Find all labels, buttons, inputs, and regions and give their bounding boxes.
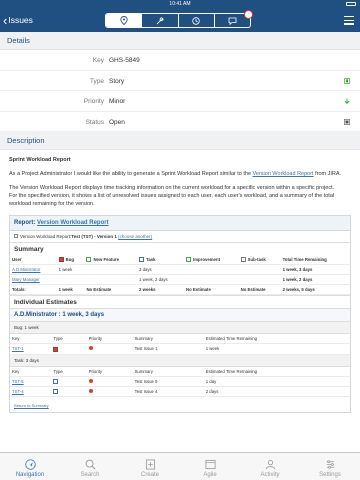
totals-row: Totals: 1 week No Estimate 2 weeks No Es…	[10, 284, 350, 296]
report-title: Report: Version Workload Report	[10, 215, 350, 231]
report-subtitle: Version Workload Report: Test (TST) - Ve…	[10, 231, 350, 242]
field-row-priority: Priority Minor	[0, 91, 360, 112]
new-feature-icon	[86, 257, 92, 263]
activity-icon	[265, 460, 275, 470]
battery-icon	[346, 2, 356, 6]
individual-estimates-heading: Individual Estimates	[10, 295, 350, 308]
subtask-icon	[240, 257, 246, 263]
bug-icon	[53, 346, 59, 352]
issue-key-link[interactable]: TST-5	[12, 379, 24, 384]
table-header-row: User Bug New Feature Task Improvement Su…	[10, 254, 350, 266]
field-label: Status	[85, 118, 104, 126]
tab-agile[interactable]: Agile	[180, 453, 240, 480]
field-value: Open	[109, 118, 125, 126]
field-row-key: Key GHS-5849	[0, 50, 360, 71]
bug-icon	[58, 257, 64, 263]
table-header-row: Key Type Priority Summary Estimated Time…	[10, 366, 350, 377]
search-icon	[85, 459, 95, 470]
report-icon	[14, 234, 18, 239]
description-paragraph: The Version Workload Report displays tim…	[9, 184, 335, 207]
summary-heading: Summary	[10, 241, 350, 255]
tab-activity[interactable]: Activity	[240, 453, 300, 480]
field-row-status: Status Open	[0, 112, 360, 132]
field-label: Type	[89, 77, 104, 85]
tab-navigation[interactable]: Navigation	[0, 453, 60, 480]
issue-detail-content[interactable]: Details Key GHS-5849 Type Story Priority…	[0, 32, 360, 452]
field-value: GHS-5849	[109, 57, 140, 64]
table-row: A.D.Ministrator 1 week 3 days 1 week, 3 …	[10, 264, 350, 276]
description-title: Sprint Workload Report	[9, 157, 71, 163]
story-icon	[344, 77, 350, 84]
estimates-table: Key Type Priority Summary Estimated Time…	[10, 334, 350, 355]
field-row-type: Type Story	[0, 71, 360, 91]
open-status-icon	[344, 118, 350, 125]
priority-icon	[88, 346, 93, 351]
menu-button[interactable]	[344, 16, 354, 25]
settings-icon	[326, 460, 334, 469]
description-paragraph: As a Project Administrator I would like …	[9, 170, 342, 177]
embedded-report: Report: Version Workload Report Version …	[9, 214, 351, 414]
tab-create[interactable]: Create	[120, 453, 180, 480]
issue-key-link[interactable]: TST-1	[12, 346, 24, 351]
priority-icon	[88, 389, 93, 394]
notification-badge	[244, 10, 253, 19]
view-segmented-control	[105, 10, 253, 28]
summary-table: User Bug New Feature Task Improvement Su…	[10, 254, 350, 296]
group-heading: Bug: 1 week	[10, 322, 350, 335]
person-heading: A.D.Ministrator : 1 week, 3 days	[10, 308, 350, 323]
task-icon	[139, 257, 145, 263]
agile-icon	[205, 459, 215, 470]
nav-bar: ‹ Issues	[0, 8, 360, 32]
description-header: Description	[0, 132, 360, 150]
task-icon	[53, 389, 59, 395]
create-icon	[145, 459, 155, 470]
tab-bar: Navigation Search Create Agile Activity …	[0, 452, 360, 480]
navigation-icon	[24, 459, 36, 470]
status-time: 10:41 AM	[169, 1, 191, 7]
clock-icon	[192, 16, 200, 25]
status-bar: 10:41 AM	[0, 0, 360, 8]
user-link[interactable]: A.D.Ministrator	[12, 267, 40, 272]
comment-icon	[228, 17, 237, 25]
table-row: TST-1 Test Issue 1 1 week	[10, 343, 350, 355]
description-body: Sprint Workload Report As a Project Admi…	[0, 150, 360, 209]
details-header: Details	[0, 32, 360, 50]
user-link[interactable]: Mary Manager	[12, 277, 40, 282]
estimates-table: Key Type Priority Summary Estimated Time…	[10, 366, 350, 398]
tab-settings[interactable]: Settings	[300, 453, 360, 480]
issue-key-link[interactable]: TST-4	[12, 389, 24, 394]
field-label: Priority	[83, 98, 104, 105]
table-row: TST-4 Test Issue 4 2 days	[10, 386, 350, 398]
arrow-down-icon	[344, 98, 350, 104]
table-row: TST-5 Test Issue 5 1 day	[10, 376, 350, 387]
field-value: Minor	[109, 98, 126, 105]
segment-history[interactable]	[177, 14, 214, 27]
segment-work[interactable]	[141, 14, 177, 27]
return-to-summary-link[interactable]: Return to Summary	[14, 403, 49, 408]
location-icon	[119, 16, 128, 25]
back-button[interactable]: ‹ Issues	[3, 12, 33, 28]
version-workload-report-link[interactable]: Version Workload Report	[253, 171, 314, 177]
task-icon	[53, 378, 59, 384]
table-row: Mary Manager 1 week, 2 days 1 week, 2 da…	[10, 274, 350, 286]
improvement-icon	[186, 257, 192, 263]
field-value: Story	[109, 77, 125, 85]
back-label: Issues	[8, 15, 33, 25]
field-label: Key	[92, 57, 104, 64]
report-title-link[interactable]: Version Workload Report	[37, 220, 109, 226]
wrench-icon	[156, 17, 164, 24]
priority-icon	[88, 378, 93, 383]
tab-search[interactable]: Search	[60, 453, 120, 480]
segment-details[interactable]	[106, 14, 142, 27]
segment-comments[interactable]	[213, 10, 253, 27]
chevron-left-icon: ‹	[3, 12, 8, 28]
table-header-row: Key Type Priority Summary Estimated Time…	[10, 334, 350, 345]
group-heading: Task: 3 days	[10, 354, 350, 367]
choose-another-link[interactable]: (choose another)	[118, 234, 152, 239]
